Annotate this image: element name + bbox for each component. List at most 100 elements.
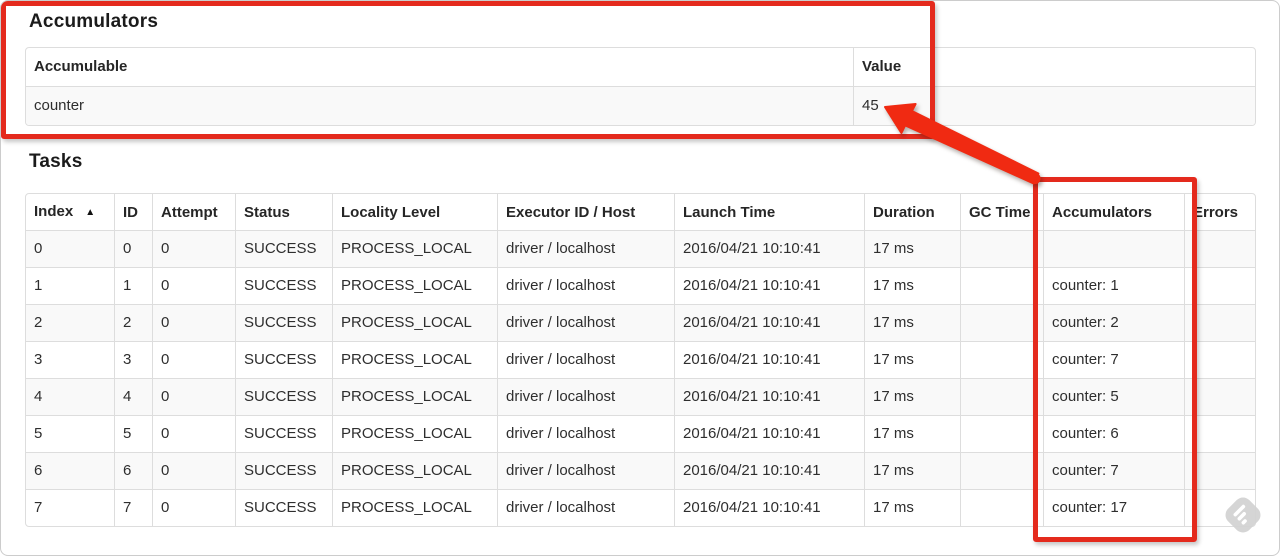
task-row: 1 1 0 SUCCESS PROCESS_LOCAL driver / localhos… [26, 267, 1255, 304]
column-header-id[interactable]: ID [114, 194, 152, 230]
value-column-header[interactable]: Value [853, 48, 1255, 86]
cell-launch-time: 2016/04/21 10:10:41 [674, 304, 864, 341]
cell-id: 1 [114, 267, 152, 304]
cell-locality-level: PROCESS_LOCAL [332, 341, 497, 378]
cell-index: 6 [26, 452, 114, 489]
column-header-launch-time[interactable]: Launch Time [674, 194, 864, 230]
tasks-table: Index ▲ ID Attempt Status Locality Level … [25, 193, 1256, 527]
task-row: 5 5 0 SUCCESS PROCESS_LOCAL driver / localhos… [26, 415, 1255, 452]
spark-stage-page: Accumulators Accumulable Value counter 45… [0, 0, 1280, 556]
column-header-duration[interactable]: Duration [864, 194, 960, 230]
cell-accumulators: counter: 6 [1043, 415, 1184, 452]
cell-duration: 17 ms [864, 415, 960, 452]
index-header-label: Index [34, 203, 74, 220]
cell-accumulators: counter: 7 [1043, 341, 1184, 378]
cell-gc-time [960, 304, 1043, 341]
cell-id: 5 [114, 415, 152, 452]
accumulators-heading: Accumulators [29, 11, 159, 32]
cell-executor-id-host: driver / localhost [497, 378, 674, 415]
accumulators-table: Accumulable Value counter 45 [25, 47, 1256, 126]
cell-executor-id-host: driver / localhost [497, 267, 674, 304]
column-header-locality-level[interactable]: Locality Level [332, 194, 497, 230]
cell-executor-id-host: driver / localhost [497, 452, 674, 489]
cell-accumulators: counter: 1 [1043, 267, 1184, 304]
cell-accumulators: counter: 2 [1043, 304, 1184, 341]
cell-accumulators: counter: 7 [1043, 452, 1184, 489]
cell-index: 3 [26, 341, 114, 378]
tasks-header-row: Index ▲ ID Attempt Status Locality Level … [26, 194, 1255, 230]
sort-ascending-icon: ▲ [85, 207, 96, 218]
accumulable-column-header[interactable]: Accumulable [26, 48, 853, 86]
cell-index: 2 [26, 304, 114, 341]
cell-status: SUCCESS [235, 267, 332, 304]
cell-locality-level: PROCESS_LOCAL [332, 489, 497, 526]
cell-gc-time [960, 489, 1043, 526]
cell-attempt: 0 [152, 267, 235, 304]
column-header-index[interactable]: Index ▲ [26, 194, 114, 230]
cell-launch-time: 2016/04/21 10:10:41 [674, 415, 864, 452]
cell-launch-time: 2016/04/21 10:10:41 [674, 267, 864, 304]
accumulators-header-row: Accumulable Value [26, 48, 1255, 86]
cell-launch-time: 2016/04/21 10:10:41 [674, 230, 864, 267]
task-row: 6 6 0 SUCCESS PROCESS_LOCAL driver / localhos… [26, 452, 1255, 489]
column-header-accumulators[interactable]: Accumulators [1043, 194, 1184, 230]
column-header-errors[interactable]: Errors [1184, 194, 1255, 230]
cell-attempt: 0 [152, 341, 235, 378]
cell-accumulators: counter: 17 [1043, 489, 1184, 526]
column-header-executor-id-host[interactable]: Executor ID / Host [497, 194, 674, 230]
cell-accumulators: counter: 5 [1043, 378, 1184, 415]
cell-gc-time [960, 452, 1043, 489]
cell-duration: 17 ms [864, 267, 960, 304]
cell-status: SUCCESS [235, 378, 332, 415]
cell-errors [1184, 415, 1255, 452]
cell-errors [1184, 378, 1255, 415]
cell-attempt: 0 [152, 378, 235, 415]
cell-locality-level: PROCESS_LOCAL [332, 415, 497, 452]
cell-gc-time [960, 341, 1043, 378]
cell-errors [1184, 230, 1255, 267]
cell-locality-level: PROCESS_LOCAL [332, 304, 497, 341]
cell-status: SUCCESS [235, 341, 332, 378]
cell-value: 45 [853, 86, 1255, 125]
cell-index: 4 [26, 378, 114, 415]
cell-executor-id-host: driver / localhost [497, 415, 674, 452]
cell-executor-id-host: driver / localhost [497, 341, 674, 378]
cell-index: 1 [26, 267, 114, 304]
cell-gc-time [960, 230, 1043, 267]
cell-errors [1184, 267, 1255, 304]
cell-attempt: 0 [152, 230, 235, 267]
cell-errors [1184, 341, 1255, 378]
cell-executor-id-host: driver / localhost [497, 304, 674, 341]
cell-locality-level: PROCESS_LOCAL [332, 452, 497, 489]
cell-errors [1184, 489, 1255, 526]
cell-status: SUCCESS [235, 304, 332, 341]
cell-accumulators [1043, 230, 1184, 267]
cell-index: 7 [26, 489, 114, 526]
cell-attempt: 0 [152, 415, 235, 452]
cell-duration: 17 ms [864, 304, 960, 341]
cell-gc-time [960, 267, 1043, 304]
cell-status: SUCCESS [235, 415, 332, 452]
cell-locality-level: PROCESS_LOCAL [332, 230, 497, 267]
task-row: 4 4 0 SUCCESS PROCESS_LOCAL driver / localhos… [26, 378, 1255, 415]
column-header-attempt[interactable]: Attempt [152, 194, 235, 230]
cell-gc-time [960, 378, 1043, 415]
cell-status: SUCCESS [235, 230, 332, 267]
cell-attempt: 0 [152, 489, 235, 526]
cell-gc-time [960, 415, 1043, 452]
cell-locality-level: PROCESS_LOCAL [332, 267, 497, 304]
cell-id: 2 [114, 304, 152, 341]
cell-duration: 17 ms [864, 489, 960, 526]
cell-locality-level: PROCESS_LOCAL [332, 378, 497, 415]
cell-attempt: 0 [152, 304, 235, 341]
column-header-gc-time[interactable]: GC Time [960, 194, 1043, 230]
column-header-status[interactable]: Status [235, 194, 332, 230]
cell-duration: 17 ms [864, 230, 960, 267]
cell-launch-time: 2016/04/21 10:10:41 [674, 378, 864, 415]
accumulable-row: counter 45 [26, 86, 1255, 125]
cell-errors [1184, 304, 1255, 341]
cell-launch-time: 2016/04/21 10:10:41 [674, 452, 864, 489]
task-row: 7 7 0 SUCCESS PROCESS_LOCAL driver / localhos… [26, 489, 1255, 526]
task-row: 2 2 0 SUCCESS PROCESS_LOCAL driver / localhos… [26, 304, 1255, 341]
cell-duration: 17 ms [864, 378, 960, 415]
